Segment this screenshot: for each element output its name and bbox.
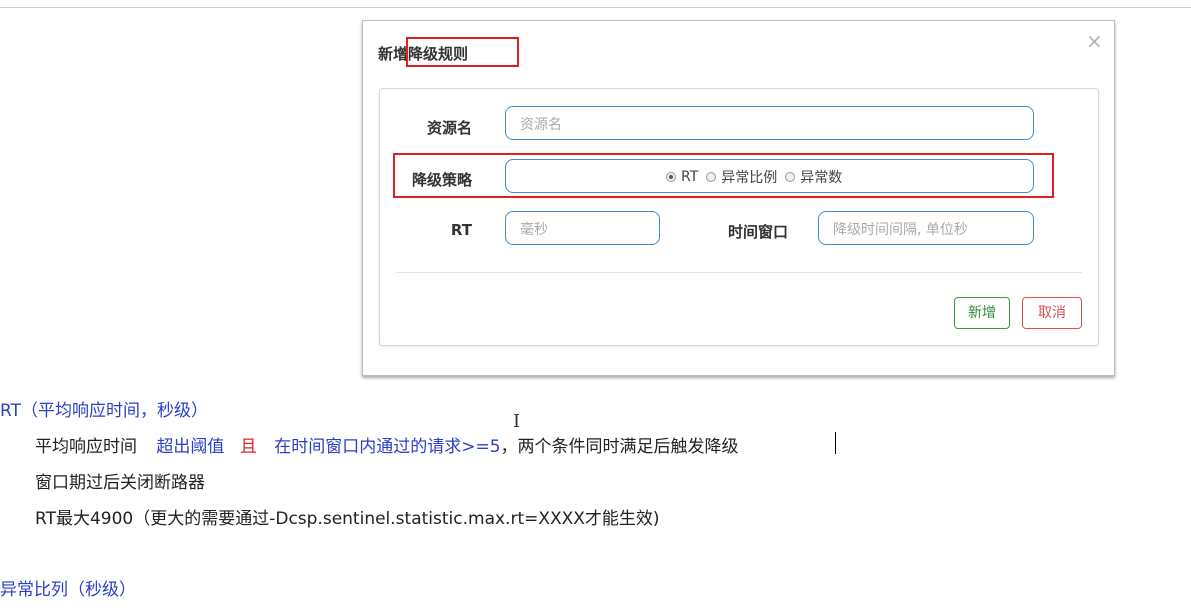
window-label: 时间窗口 bbox=[727, 223, 788, 241]
text-segment: 平均响应时间 bbox=[35, 437, 137, 457]
text-segment: ，两个条件同时满足后触发降级 bbox=[500, 437, 739, 457]
rule-form-panel: 资源名 资源名 降级策略 RT 异常比例 异常数 RT 毫秒 时间窗口 降级时间… bbox=[379, 88, 1099, 346]
rt-heading: RT（平均响应时间，秒级） bbox=[0, 401, 208, 421]
top-cropped-line bbox=[0, 0, 1191, 8]
resource-input[interactable]: 资源名 bbox=[505, 106, 1034, 140]
rt-rule-line: 平均响应时间 超出阈值 且 在时间窗口内通过的请求>=5，两个条件同时满足后触发… bbox=[35, 432, 739, 457]
rt-label: RT bbox=[450, 221, 472, 239]
resource-label: 资源名 bbox=[426, 119, 472, 137]
title-highlight-box bbox=[406, 37, 519, 67]
exception-ratio-heading: 异常比列（秒级） bbox=[0, 580, 136, 600]
window-line: 窗口期过后关闭断路器 bbox=[35, 473, 205, 493]
text-caret bbox=[835, 432, 836, 454]
text-segment: 超出阈值 bbox=[156, 437, 225, 457]
add-degrade-rule-dialog: 新增降级规则 × 资源名 资源名 降级策略 RT 异常比例 异常数 RT 毫秒 … bbox=[362, 20, 1115, 376]
rt-input[interactable]: 毫秒 bbox=[505, 211, 660, 245]
text-cursor-icon: I bbox=[513, 411, 521, 432]
strategy-highlight-box bbox=[393, 153, 1054, 198]
window-input[interactable]: 降级时间间隔, 单位秒 bbox=[818, 211, 1034, 245]
text-segment: 在时间窗口内通过的请求>=5 bbox=[274, 437, 501, 457]
cancel-button[interactable]: 取消 bbox=[1022, 297, 1082, 329]
rt-max-line: RT最大4900（更大的需要通过-Dcsp.sentinel.statistic… bbox=[35, 509, 660, 529]
close-icon[interactable]: × bbox=[1086, 29, 1103, 53]
form-divider bbox=[396, 272, 1082, 273]
text-segment: 且 bbox=[239, 437, 257, 457]
add-button[interactable]: 新增 bbox=[954, 297, 1010, 329]
